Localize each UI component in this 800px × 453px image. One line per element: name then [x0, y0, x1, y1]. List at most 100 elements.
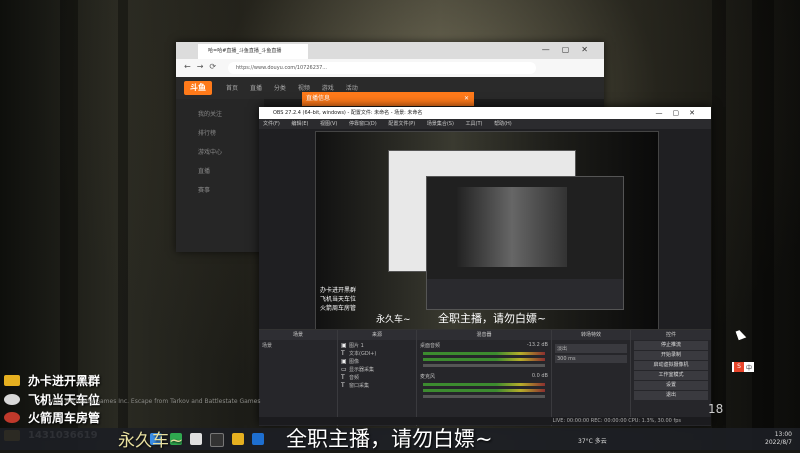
track-name: 桌面音频	[420, 343, 441, 349]
tree-trunk	[712, 0, 726, 450]
clock-date: 2022/8/7	[765, 439, 792, 446]
volume-meter	[423, 358, 545, 361]
sources-dock[interactable]: 来源 ▣ 图片 1 T 文本(GDI+) ▣ 图像 ▭ 显示器采集 T 音频 T 窗口采集	[338, 330, 417, 426]
obs-window[interactable]: OBS 27.2.4 (64-bit, windows) - 配置文件: 未命名…	[259, 107, 711, 426]
transitions-dock[interactable]: 转场特效 淡出 300 ms	[552, 330, 631, 426]
app-icon[interactable]	[190, 433, 202, 445]
menu-item[interactable]: 首页	[226, 85, 238, 92]
menu-tools[interactable]: 工具(T)	[466, 121, 483, 127]
text-icon: T	[341, 350, 345, 357]
virtual-camera-button[interactable]: 启动虚拟摄像机	[634, 361, 708, 370]
volume-slider[interactable]	[423, 395, 545, 398]
nested-docks	[427, 279, 623, 309]
stop-stream-button[interactable]: 停止推流	[634, 341, 708, 350]
dock-title: 来源	[338, 330, 416, 340]
menu-profile[interactable]: 配置文件(P)	[388, 121, 415, 127]
promo-line: 办卡进开黑群	[4, 372, 100, 389]
browser-tab-bar: 哈=哈#直播_斗鱼直播_斗鱼直播 —▢✕	[176, 42, 604, 59]
system-clock[interactable]: 13:00 2022/8/7	[765, 431, 792, 447]
volume-slider[interactable]	[423, 364, 545, 367]
window-controls[interactable]: —▢✕	[542, 45, 600, 54]
mixer-dock[interactable]: 混音器 桌面音频 -13.2 dB 麦克风 0.0 dB	[417, 330, 552, 426]
menu-item[interactable]: 游戏	[322, 85, 334, 92]
folder-icon[interactable]	[232, 433, 244, 445]
sources-list: ▣ 图片 1 T 文本(GDI+) ▣ 图像 ▭ 显示器采集 T 音频 T 窗口采集	[338, 340, 416, 392]
studio-mode-button[interactable]: 工作室模式	[634, 371, 708, 380]
ime-toolbar[interactable]: S 中	[732, 362, 755, 372]
browser-toolbar: ←→⟳ https://www.douyu.com/10726237...	[176, 59, 604, 78]
source-item[interactable]: ▣ 图像	[341, 358, 413, 366]
menu-item[interactable]: 视频	[298, 85, 310, 92]
popup-title: 直播信息	[306, 95, 331, 102]
exit-button[interactable]: 退出	[634, 391, 708, 400]
promo-text: 火箭周车房管	[28, 411, 101, 425]
nested-obs	[426, 176, 624, 310]
promo-text: 办卡进开黑群	[28, 374, 101, 388]
menu-item[interactable]: 活动	[346, 85, 358, 92]
sidebar-item[interactable]: 排行榜	[176, 118, 264, 137]
side-text: 永久车~	[118, 431, 184, 451]
menu-edit[interactable]: 编辑(E)	[291, 121, 308, 127]
source-item[interactable]: ▭ 显示器采集	[341, 366, 413, 374]
rocket-icon	[4, 412, 20, 423]
obs-menu-bar: 文件(F) 编辑(E) 视图(V) 停靠窗口(D) 配置文件(P) 场景集合(S…	[259, 119, 711, 129]
obs-icon[interactable]	[210, 433, 224, 447]
menu-scene-collection[interactable]: 场景集合(S)	[427, 121, 454, 127]
weather-widget[interactable]: 37°C 多云	[578, 436, 607, 445]
source-item[interactable]: T 窗口采集	[341, 382, 413, 390]
source-label: 图像	[349, 359, 360, 365]
source-item[interactable]: T 音频	[341, 374, 413, 382]
preview-promo: 飞机当天车位	[320, 296, 357, 303]
window-controls[interactable]: —▢✕	[656, 107, 705, 119]
dock-title: 场景	[259, 330, 337, 340]
sogou-icon: S	[734, 362, 744, 372]
edge-icon[interactable]	[252, 433, 264, 445]
address-bar[interactable]: https://www.douyu.com/10726237...	[228, 62, 536, 74]
scene-item[interactable]: 场景	[259, 340, 337, 351]
sidebar-item[interactable]: 赛事	[176, 175, 264, 194]
menu-view[interactable]: 视图(V)	[320, 121, 337, 127]
transition-duration[interactable]: 300 ms	[555, 355, 627, 363]
plane-icon	[4, 394, 20, 405]
volume-meter	[423, 383, 545, 386]
track-name: 麦克风	[420, 374, 436, 380]
source-icon: ▣	[341, 342, 347, 349]
fps-badge: 18	[708, 402, 724, 416]
start-recording-button[interactable]: 开始录制	[634, 351, 708, 360]
settings-button[interactable]: 设置	[634, 381, 708, 390]
site-menu: 首页 直播 分类 视频 游戏 活动	[226, 83, 368, 92]
transition-select[interactable]: 淡出	[555, 344, 627, 353]
scenes-dock[interactable]: 场景 场景	[259, 330, 338, 426]
mixer-track: 麦克风 0.0 dB	[417, 371, 551, 402]
source-item[interactable]: ▣ 图片 1	[341, 342, 413, 350]
stream-info-popup[interactable]: 直播信息 ✕	[302, 92, 474, 106]
sidebar-item[interactable]: 我的关注	[176, 99, 264, 118]
source-label: 窗口采集	[349, 383, 370, 389]
sidebar-item[interactable]: 直播	[176, 156, 264, 175]
menu-item[interactable]: 直播	[250, 85, 262, 92]
browser-tab[interactable]: 哈=哈#直播_斗鱼直播_斗鱼直播	[198, 44, 308, 59]
sidebar-item[interactable]: 游戏中心	[176, 137, 264, 156]
obs-title: OBS 27.2.4 (64-bit, windows) - 配置文件: 未命名…	[273, 110, 423, 116]
site-sidebar: 我的关注 排行榜 游戏中心 直播 赛事	[176, 99, 264, 252]
menu-item[interactable]: 分类	[274, 85, 286, 92]
obs-preview-canvas[interactable]: 办卡进开黑群 飞机当天车位 火箭周车房管 永久车~ 全职主播，请勿白嫖~	[315, 131, 659, 331]
menu-docks[interactable]: 停靠窗口(D)	[349, 121, 377, 127]
volume-meter	[423, 352, 545, 355]
close-icon[interactable]: ✕	[464, 92, 469, 106]
source-label: 文本(GDI+)	[349, 351, 377, 357]
source-item[interactable]: T 文本(GDI+)	[341, 350, 413, 358]
menu-help[interactable]: 帮助(H)	[494, 121, 512, 127]
volume-meter	[423, 389, 545, 392]
game-copyright: 2022 Bethesda Games Inc. Escape from Tar…	[48, 398, 261, 405]
douyu-logo[interactable]: 斗鱼	[184, 81, 212, 95]
nav-buttons[interactable]: ←→⟳	[184, 62, 222, 71]
controls-dock[interactable]: 控件 停止推流 开始录制 启动虚拟摄像机 工作室模式 设置 退出	[631, 330, 711, 426]
menu-file[interactable]: 文件(F)	[263, 121, 280, 127]
preview-subtitle: 全职主播，请勿白嫖~	[438, 312, 547, 325]
promo-line: 火箭周车房管	[4, 409, 100, 426]
card-icon	[4, 375, 20, 386]
source-label: 显示器采集	[349, 367, 375, 373]
dock-title: 混音器	[417, 330, 551, 340]
clock-time: 13:00	[774, 431, 792, 438]
